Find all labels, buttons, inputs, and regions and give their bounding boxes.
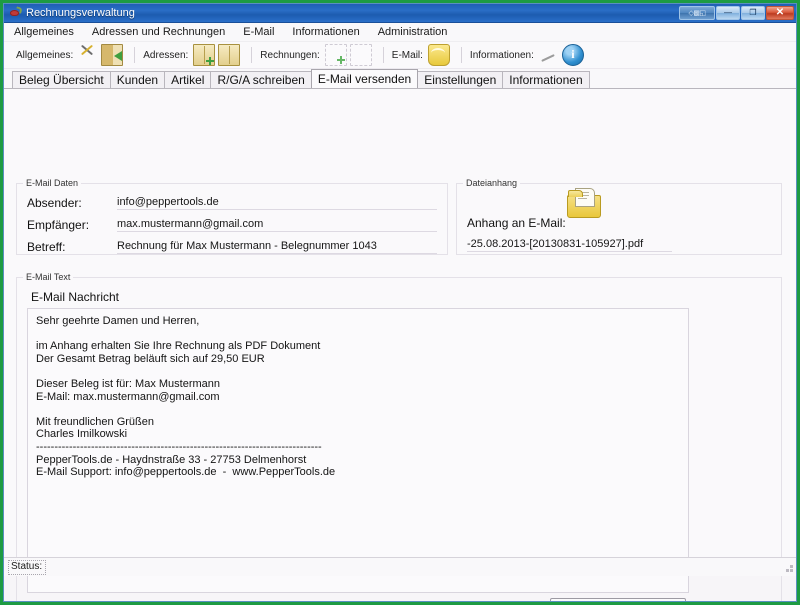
email-data-legend: E-Mail Daten [23,178,81,188]
message-body: Sehr geehrte Damen und Herren, im Anhang… [36,315,680,479]
absender-value[interactable]: info@peppertools.de [117,196,437,210]
address-book-add-icon[interactable] [193,44,215,66]
title-bar: Rechnungsverwaltung ◇▩◱ — ❐ ✕ [4,4,796,23]
toolbar-group-informationen-label: Informationen: [470,50,534,61]
field-row-absender: Absender: info@peppertools.de [27,194,437,210]
menu-item-adressen-und-rechnungen[interactable]: Adressen und Rechnungen [92,25,234,39]
folder-attachment-icon[interactable] [567,188,601,218]
toolbar-group-informationen: Informationen: [470,44,587,66]
toolbar-separator [461,47,462,63]
minimize-button[interactable]: — [716,6,740,20]
attachment-filename[interactable]: -25.08.2013-[20130831-105927].pdf [467,238,672,252]
application-window-frame: Rechnungsverwaltung ◇▩◱ — ❐ ✕ Allgemeine… [0,0,800,605]
attachment-label: Anhang an E-Mail: [467,216,566,230]
menu-item-informationen[interactable]: Informationen [292,25,368,39]
close-button[interactable]: ✕ [766,6,794,20]
window-controls: ◇▩◱ — ❐ ✕ [678,5,794,21]
field-row-betreff: Betreff: Rechnung für Max Mustermann - B… [27,238,437,254]
toolbar-group-adressen: Adressen: [143,44,243,66]
field-row-attachment-filename: -25.08.2013-[20130831-105927].pdf [467,236,672,252]
tab-rga-schreiben[interactable]: R/G/A schreiben [210,71,311,88]
tab-artikel[interactable]: Artikel [164,71,211,88]
window-title: Rechnungsverwaltung [26,7,135,19]
toolbar-separator [251,47,252,63]
tools-icon[interactable] [78,45,98,65]
toolbar-group-adressen-label: Adressen: [143,50,188,61]
maximize-button[interactable]: ❐ [741,6,765,20]
absender-label: Absender: [27,196,117,210]
toolbar-group-email: E-Mail: [392,44,453,66]
menu-bar: Allgemeines Adressen und Rechnungen E-Ma… [4,23,796,42]
tab-beleg-uebersicht[interactable]: Beleg Übersicht [12,71,111,88]
toolbar-group-rechnungen: Rechnungen: [260,44,375,66]
tab-email-versenden[interactable]: E-Mail versenden [311,69,418,88]
mail-icon[interactable] [428,44,450,66]
tab-strip: Beleg Übersicht Kunden Artikel R/G/A sch… [4,69,796,88]
app-cherry-icon [8,6,22,20]
attachment-group: Dateianhang Anhang an E-Mail: -25.08.201… [456,183,782,255]
empfaenger-label: Empfänger: [27,218,117,232]
email-text-group: E-Mail Text E-Mail Nachricht Sehr geehrt… [16,277,782,602]
invoice-new-icon[interactable] [325,44,347,66]
tab-einstellungen[interactable]: Einstellungen [417,71,503,88]
exit-door-icon[interactable] [101,44,123,66]
address-book-icon[interactable] [218,44,240,66]
attachment-legend: Dateianhang [463,178,520,188]
pen-icon[interactable] [539,45,559,65]
menu-item-allgemeines[interactable]: Allgemeines [14,25,83,39]
tab-informationen[interactable]: Informationen [502,71,589,88]
toolbar-group-email-label: E-Mail: [392,50,423,61]
toolbar: Allgemeines: Adressen: Rechnungen: E-Mai… [4,42,796,69]
toolbar-group-rechnungen-label: Rechnungen: [260,50,320,61]
menu-item-email[interactable]: E-Mail [243,25,283,39]
toolbar-separator [134,47,135,63]
email-data-group: E-Mail Daten Absender: info@peppertools.… [16,183,448,255]
info-icon[interactable] [562,44,584,66]
betreff-value[interactable]: Rechnung für Max Mustermann - Belegnumme… [117,240,437,254]
tab-page-email-versenden: E-Mail Daten Absender: info@peppertools.… [4,88,796,576]
message-textarea[interactable]: Sehr geehrte Damen und Herren, im Anhang… [27,308,689,593]
help-button[interactable]: ◇▩◱ [679,6,715,20]
field-row-anhang: Anhang an E-Mail: [467,214,566,230]
invoice-list-icon[interactable] [350,44,372,66]
empfaenger-value[interactable]: max.mustermann@gmail.com [117,218,437,232]
resize-grip-icon[interactable] [782,561,794,573]
menu-item-administration[interactable]: Administration [378,25,457,39]
status-bar: Status: [4,557,796,576]
betreff-label: Betreff: [27,240,117,254]
field-row-empfaenger: Empfänger: max.mustermann@gmail.com [27,216,437,232]
status-label: Status: [8,560,46,575]
toolbar-group-allgemeines-label: Allgemeines: [16,50,73,61]
application-window: Rechnungsverwaltung ◇▩◱ — ❐ ✕ Allgemeine… [3,3,797,602]
message-label: E-Mail Nachricht [31,290,119,304]
toolbar-separator [383,47,384,63]
toolbar-group-allgemeines: Allgemeines: [16,44,126,66]
tab-kunden[interactable]: Kunden [110,71,165,88]
send-email-button[interactable]: E-Mail versenden [550,598,686,602]
email-text-legend: E-Mail Text [23,272,73,282]
